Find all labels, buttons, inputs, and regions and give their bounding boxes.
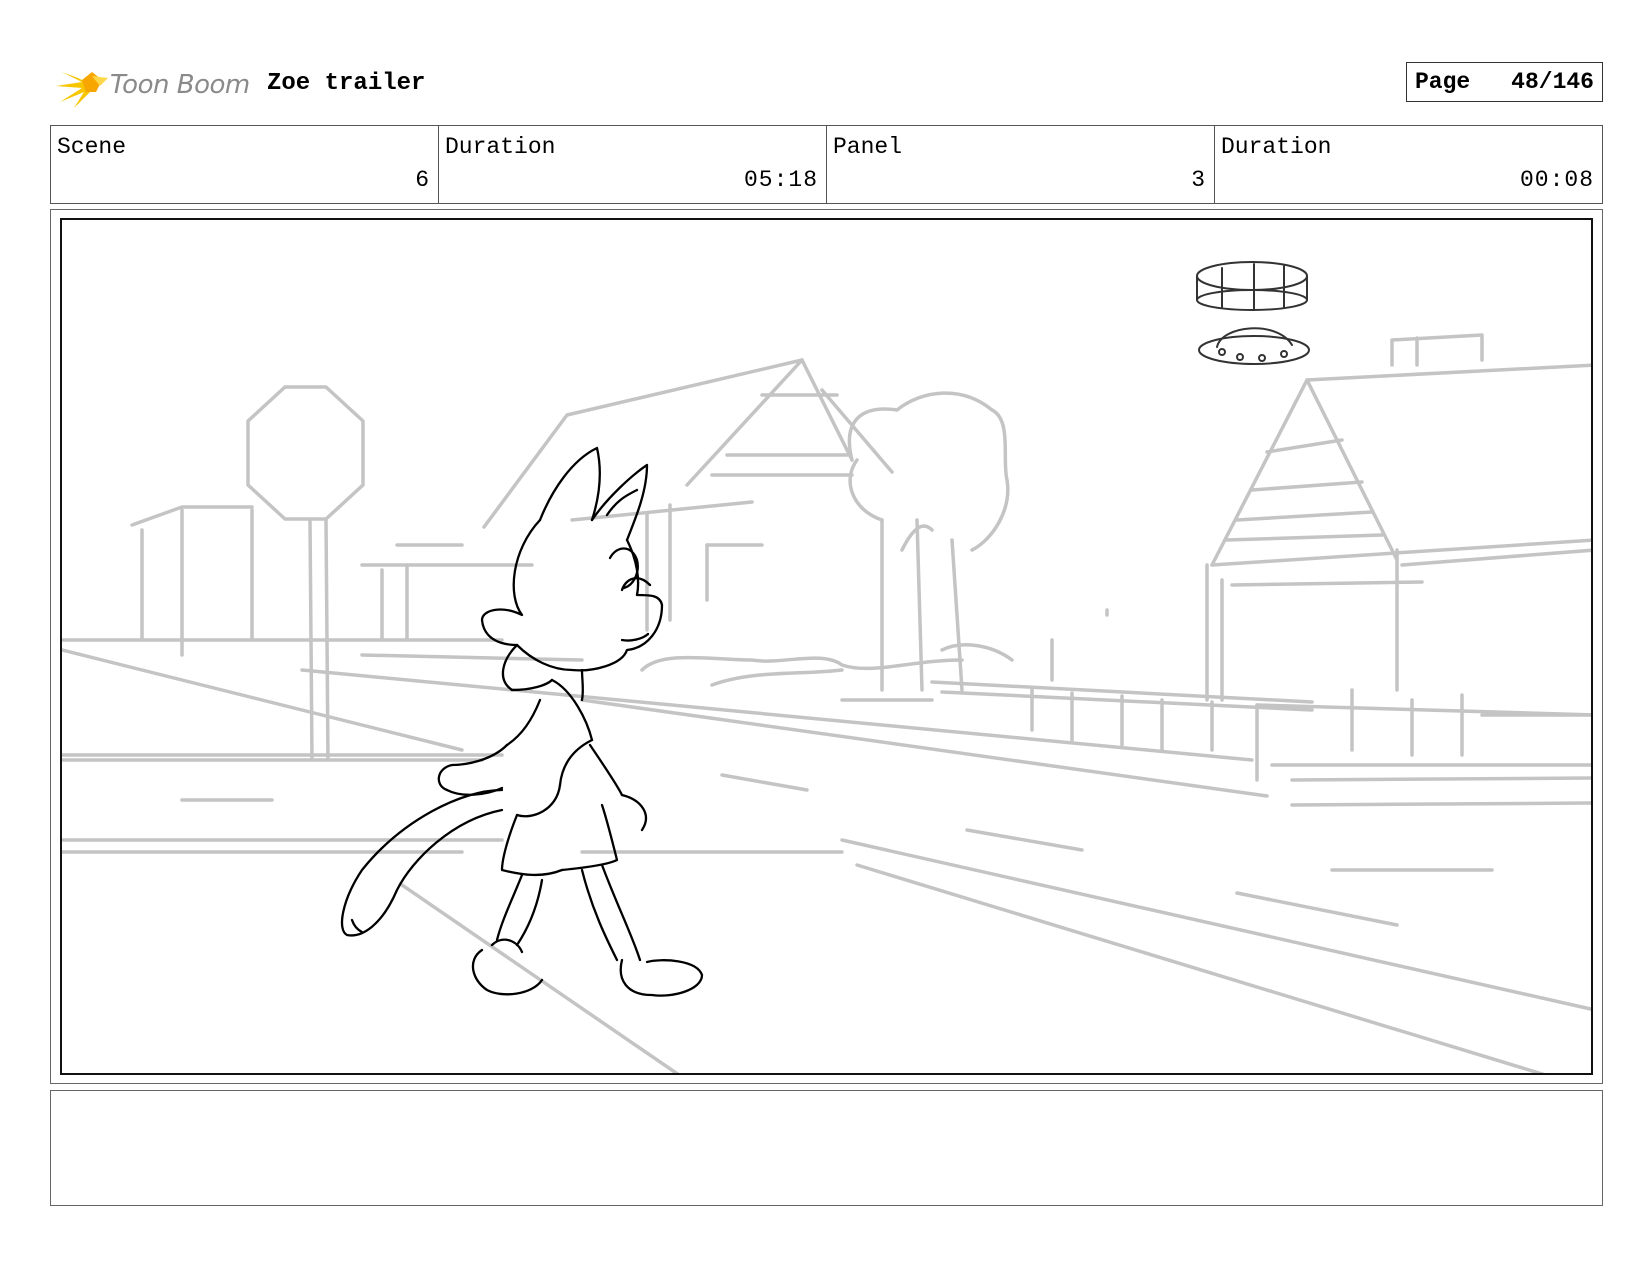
- panel-image: [60, 218, 1593, 1075]
- scene-duration-cell: Duration 05:18: [439, 126, 827, 203]
- logo-text: Toon Boom: [110, 70, 250, 100]
- scene-value: 6: [415, 167, 430, 193]
- panel-label: Panel: [833, 134, 903, 160]
- toon-boom-logo: Toon Boom: [52, 58, 252, 110]
- panel-frame: [50, 209, 1603, 1084]
- background-sketch: [62, 333, 1591, 1073]
- storyboard-sketch: [62, 261, 1591, 1073]
- scene-label: Scene: [57, 134, 127, 160]
- page-indicator: Page 48/146: [1406, 62, 1603, 102]
- panel-cell: Panel 3: [827, 126, 1215, 203]
- panel-value: 3: [1191, 167, 1206, 193]
- ufo-sketch: [1196, 261, 1310, 365]
- page-label: Page: [1415, 69, 1471, 95]
- panel-notes-box[interactable]: [50, 1090, 1603, 1206]
- scene-cell: Scene 6: [51, 126, 439, 203]
- starburst-icon: [54, 66, 108, 108]
- panel-duration-value: 00:08: [1519, 167, 1594, 193]
- scene-info-table: Scene 6 Duration 05:18 Panel 3 Duration …: [50, 125, 1603, 204]
- page-number: 48/146: [1511, 69, 1594, 95]
- storyboard-header: Toon Boom Zoe trailer Page 48/146: [50, 56, 1603, 112]
- panel-duration-cell: Duration 00:08: [1215, 126, 1602, 203]
- panel-duration-label: Duration: [1221, 134, 1332, 160]
- scene-duration-label: Duration: [445, 134, 556, 160]
- scene-duration-value: 05:18: [743, 167, 818, 193]
- project-title: Zoe trailer: [267, 70, 426, 97]
